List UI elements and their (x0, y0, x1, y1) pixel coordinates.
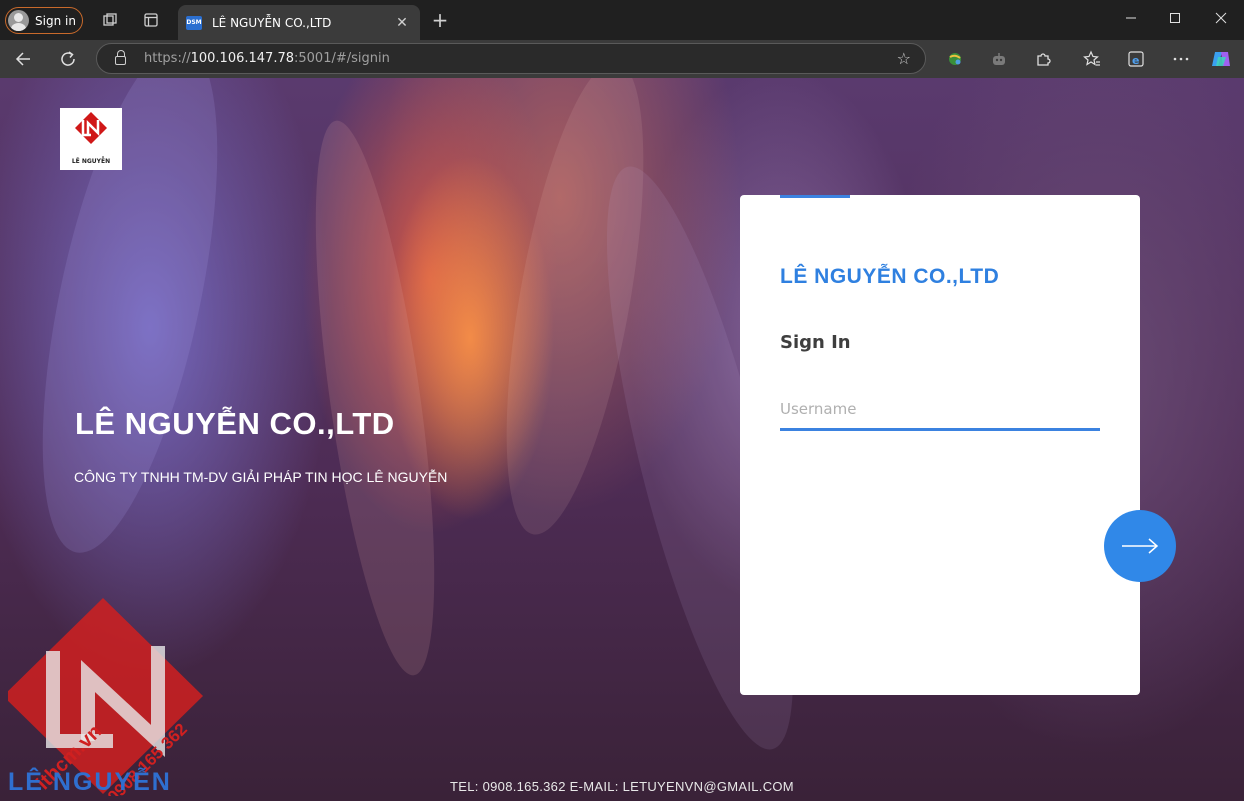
svg-text:e: e (1132, 54, 1139, 67)
signin-heading: Sign In (780, 332, 851, 353)
copilot-icon[interactable] (1208, 46, 1234, 72)
profile-label: Sign in (35, 13, 76, 28)
background-streak (7, 78, 253, 567)
tab-actions-icon[interactable] (141, 10, 161, 30)
dsm-favicon-icon: DSM (186, 15, 202, 30)
url-path: :5001/#/signin (294, 51, 390, 66)
signin-page: LÊ NGUYỄN LÊ NGUYỄN CO.,LTD CÔNG TY TNHH… (0, 78, 1244, 801)
extension-globe-icon[interactable] (944, 48, 966, 70)
card-accent-bar (780, 195, 850, 198)
watermark-logo: ithcm.vn 0908 165 362 (8, 598, 203, 796)
lock-icon (115, 50, 126, 65)
tab-title: LÊ NGUYỄN CO.,LTD (212, 15, 332, 30)
maximize-icon[interactable] (1160, 5, 1190, 31)
favorites-icon[interactable] (1081, 48, 1103, 70)
minimize-icon[interactable] (1116, 5, 1146, 31)
logo-diamond-icon (75, 112, 107, 144)
new-tab-icon[interactable]: + (429, 8, 451, 32)
address-bar[interactable]: https:// 100.106.147.78 :5001/#/signin ☆ (96, 43, 926, 74)
browser-toolbar: https:// 100.106.147.78 :5001/#/signin ☆… (0, 40, 1244, 78)
username-input[interactable] (780, 389, 1100, 431)
hero-subtitle: CÔNG TY TNHH TM-DV GIẢI PHÁP TIN HỌC LÊ … (74, 469, 448, 485)
avatar-icon (8, 10, 29, 31)
card-company-name: LÊ NGUYỄN CO.,LTD (780, 265, 1000, 288)
login-card: LÊ NGUYỄN CO.,LTD Sign In (740, 195, 1140, 695)
url-host: 100.106.147.78 (190, 51, 294, 66)
refresh-icon[interactable] (57, 48, 79, 70)
close-tab-icon[interactable]: ✕ (392, 13, 412, 33)
company-logo: LÊ NGUYỄN (60, 108, 122, 170)
logo-caption: LÊ NGUYỄN (71, 158, 111, 165)
copilot-bot-icon[interactable] (988, 48, 1010, 70)
url-scheme: https:// (144, 51, 191, 66)
profile-button[interactable]: Sign in (5, 7, 83, 34)
more-options-icon[interactable] (1170, 48, 1192, 70)
ie-mode-icon[interactable]: e (1125, 48, 1147, 70)
hero-title: LÊ NGUYỄN CO.,LTD (75, 406, 395, 441)
active-tab[interactable]: DSM LÊ NGUYỄN CO.,LTD ✕ (178, 5, 420, 40)
arrow-right-icon (1122, 538, 1159, 554)
background-streak (291, 114, 459, 682)
footer-contact: TEL: 0908.165.362 E-MAIL: LETUYENVN@GMAI… (450, 779, 794, 794)
workspaces-icon[interactable] (100, 10, 120, 30)
extensions-puzzle-icon[interactable] (1032, 48, 1054, 70)
favorite-star-icon[interactable]: ☆ (897, 49, 911, 68)
close-window-icon[interactable] (1206, 5, 1236, 31)
browser-tab-bar: Sign in DSM LÊ NGUYỄN CO.,LTD ✕ + (0, 0, 1244, 40)
next-arrow-button[interactable] (1104, 510, 1176, 582)
back-arrow-icon[interactable] (12, 48, 34, 70)
